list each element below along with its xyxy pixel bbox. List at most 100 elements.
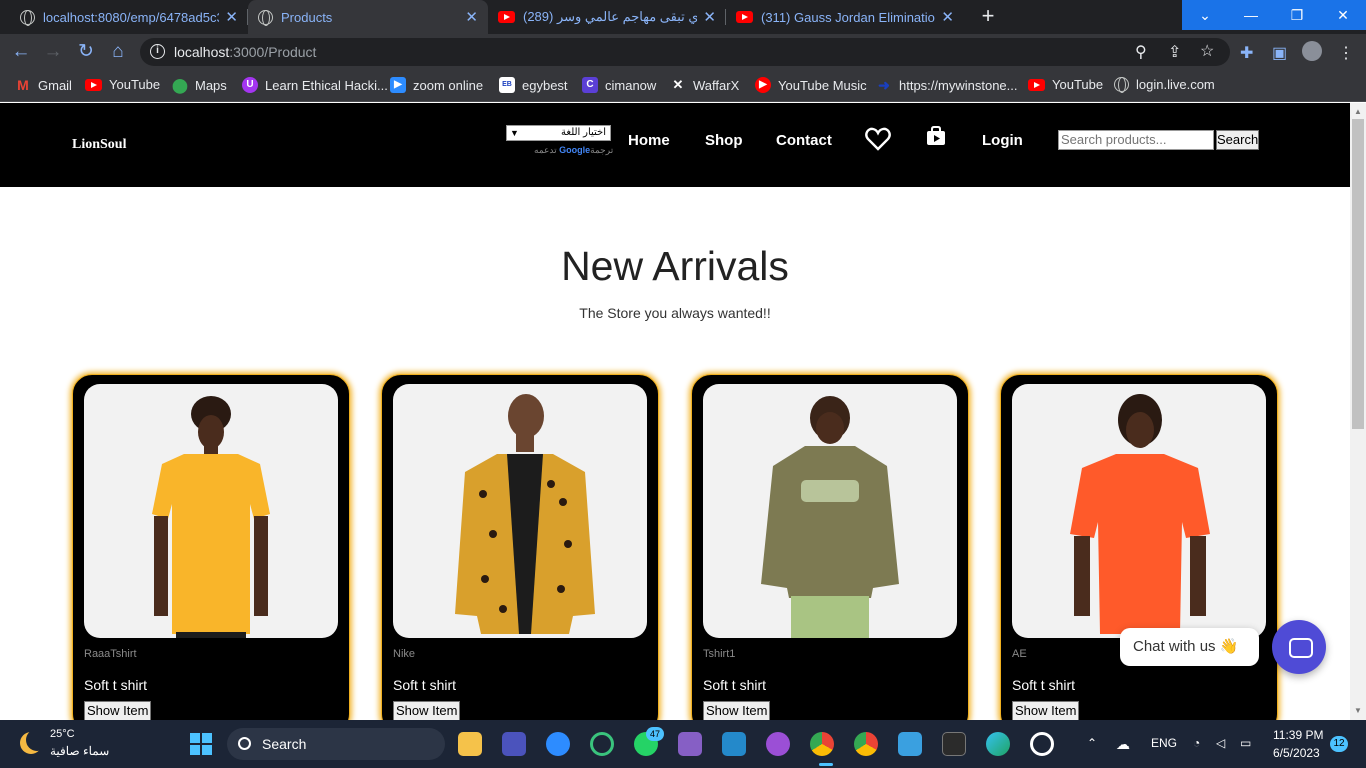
zoom-app-icon[interactable]	[546, 732, 570, 756]
search-button[interactable]: Search	[1216, 130, 1259, 150]
nav-login[interactable]: Login	[982, 132, 1023, 149]
product-image[interactable]	[84, 384, 338, 638]
chat-greeting-bubble[interactable]: Chat with us 👋	[1120, 628, 1259, 666]
product-card[interactable]: Tshirt1 Soft t shirt Show Item	[691, 374, 969, 720]
home-button[interactable]: ⌂	[107, 41, 129, 63]
bookmark-youtube[interactable]: YouTube	[85, 77, 160, 92]
bookmark-udemy[interactable]: U Learn Ethical Hacki...	[242, 77, 388, 93]
tab-products[interactable]: Products ✕	[248, 0, 488, 34]
battery-icon[interactable]: ▭	[1240, 736, 1251, 750]
visual-studio-icon[interactable]	[678, 732, 702, 756]
youtube-icon	[498, 11, 515, 23]
bookmark-maps[interactable]: ⬤ Maps	[172, 77, 227, 93]
nav-shop[interactable]: Shop	[705, 132, 743, 149]
product-image[interactable]	[393, 384, 647, 638]
scrollbar-thumb[interactable]	[1352, 119, 1364, 429]
clock-time[interactable]: 11:39 PM	[1273, 728, 1323, 742]
active-app-indicator	[819, 763, 833, 766]
tab-youtube-311[interactable]: (311) Gauss Jordan Elimination & ✕	[726, 0, 964, 34]
product-name: Soft t shirt	[1012, 677, 1076, 693]
tab-search-button[interactable]: ⌄	[1182, 0, 1228, 30]
reload-button[interactable]: ↻	[75, 41, 97, 63]
side-panel-icon[interactable]: ▣	[1272, 43, 1287, 63]
edge-icon[interactable]	[986, 732, 1010, 756]
site-info-icon[interactable]: i	[150, 44, 165, 59]
close-window-button[interactable]: ✕	[1320, 0, 1366, 30]
product-card[interactable]: AE Soft t shirt Show Item	[1000, 374, 1278, 720]
product-image[interactable]	[703, 384, 957, 638]
close-icon[interactable]: ✕	[225, 8, 238, 26]
bookmark-waffarx[interactable]: ✕ WaffarX	[670, 77, 740, 93]
show-item-button[interactable]: Show Item	[1012, 701, 1080, 720]
show-item-button[interactable]: Show Item	[393, 701, 461, 720]
show-item-button[interactable]: Show Item	[84, 701, 152, 720]
minimize-button[interactable]: —	[1228, 0, 1274, 30]
wishlist-heart-icon[interactable]	[865, 127, 891, 151]
close-icon[interactable]: ✕	[703, 8, 716, 26]
address-bar[interactable]: i localhost:3000/Product ⚲ ⇪ ☆	[140, 38, 1230, 66]
product-search-input[interactable]: Search products...	[1058, 130, 1214, 150]
globe-icon	[20, 9, 35, 26]
weather-temperature[interactable]: 25°C	[50, 728, 75, 740]
notepad-icon[interactable]	[898, 732, 922, 756]
avatar[interactable]	[1302, 41, 1322, 61]
tray-overflow-icon[interactable]: ⌃	[1087, 736, 1097, 750]
wifi-icon[interactable]: ◔	[1193, 736, 1200, 750]
linear-app-icon[interactable]	[502, 732, 526, 756]
product-image[interactable]	[1012, 384, 1266, 638]
volume-icon[interactable]: ◁	[1216, 736, 1225, 750]
weather-description[interactable]: سماء صافية	[50, 744, 109, 758]
github-desktop-icon[interactable]	[766, 732, 790, 756]
show-item-button[interactable]: Show Item	[703, 701, 771, 720]
file-explorer-icon[interactable]	[458, 732, 482, 756]
restore-button[interactable]: ❐	[1274, 0, 1320, 30]
forward-button[interactable]: →	[42, 41, 64, 63]
tab-localhost-emp[interactable]: localhost:8080/emp/6478ad5c3d ✕	[10, 0, 248, 34]
youtube-icon	[85, 78, 102, 91]
zoom-icon[interactable]: ⚲	[1135, 42, 1147, 62]
vscode-icon[interactable]	[722, 732, 746, 756]
start-button[interactable]	[190, 733, 212, 755]
scroll-up-icon[interactable]: ▲	[1354, 107, 1362, 116]
bookmark-youtube-music[interactable]: ▶ YouTube Music	[755, 77, 867, 93]
bookmark-live[interactable]: login.live.com	[1114, 77, 1215, 93]
bookmark-cimanow[interactable]: Ccimanow	[582, 77, 656, 93]
product-card[interactable]: RaaaTshirt Soft t shirt Show Item	[72, 374, 350, 720]
bookmark-zoom[interactable]: ▶ zoom online	[390, 77, 483, 93]
extensions-icon[interactable]: ✚	[1240, 43, 1253, 63]
close-icon[interactable]: ✕	[941, 8, 954, 26]
threads-app-icon[interactable]	[1030, 732, 1054, 756]
egybest-icon: EB	[499, 77, 515, 93]
camo-app-icon[interactable]	[590, 732, 614, 756]
language-select[interactable]: اختيار اللغة	[506, 125, 611, 141]
taskbar-search-box[interactable]: Search	[227, 728, 445, 760]
bookmark-gmail[interactable]: M Gmail	[15, 77, 72, 93]
language-indicator[interactable]: ENG	[1151, 736, 1177, 750]
menu-icon[interactable]: ⋮	[1338, 43, 1354, 63]
share-icon[interactable]: ⇪	[1168, 42, 1181, 62]
tab-youtube-289[interactable]: (289) إزاي تبقى مهاجم عالمي وسر ✕	[488, 0, 726, 34]
page-scrollbar[interactable]: ▲ ▼	[1350, 103, 1366, 720]
back-button[interactable]: ←	[10, 41, 32, 63]
globe-icon	[1114, 77, 1129, 93]
chrome-profile-icon[interactable]	[854, 732, 878, 756]
new-tab-button[interactable]: +	[976, 5, 1000, 29]
terminal-icon[interactable]	[942, 732, 966, 756]
chrome-icon[interactable]	[810, 732, 834, 756]
shopping-bag-icon[interactable]	[926, 126, 946, 146]
bookmark-egybest[interactable]: EB egybest	[499, 77, 568, 93]
product-card[interactable]: Nike Soft t shirt Show Item	[381, 374, 659, 720]
notification-badge[interactable]: 12	[1330, 736, 1348, 752]
bookmark-youtube-2[interactable]: YouTube	[1028, 77, 1103, 92]
site-logo[interactable]: LionSoul	[72, 137, 126, 153]
clock-date[interactable]: 6/5/2023	[1273, 746, 1320, 760]
close-icon[interactable]: ✕	[465, 8, 478, 26]
bookmark-winstone[interactable]: ➜ https://mywinstone...	[876, 77, 1017, 93]
cloud-icon[interactable]: ☁	[1116, 736, 1130, 753]
chat-launcher-button[interactable]	[1272, 620, 1326, 674]
scroll-down-icon[interactable]: ▼	[1354, 706, 1362, 715]
nav-home[interactable]: Home	[628, 132, 670, 149]
nav-contact[interactable]: Contact	[776, 132, 832, 149]
weather-moon-icon[interactable]	[26, 729, 48, 751]
bookmark-star-icon[interactable]: ☆	[1200, 41, 1214, 61]
